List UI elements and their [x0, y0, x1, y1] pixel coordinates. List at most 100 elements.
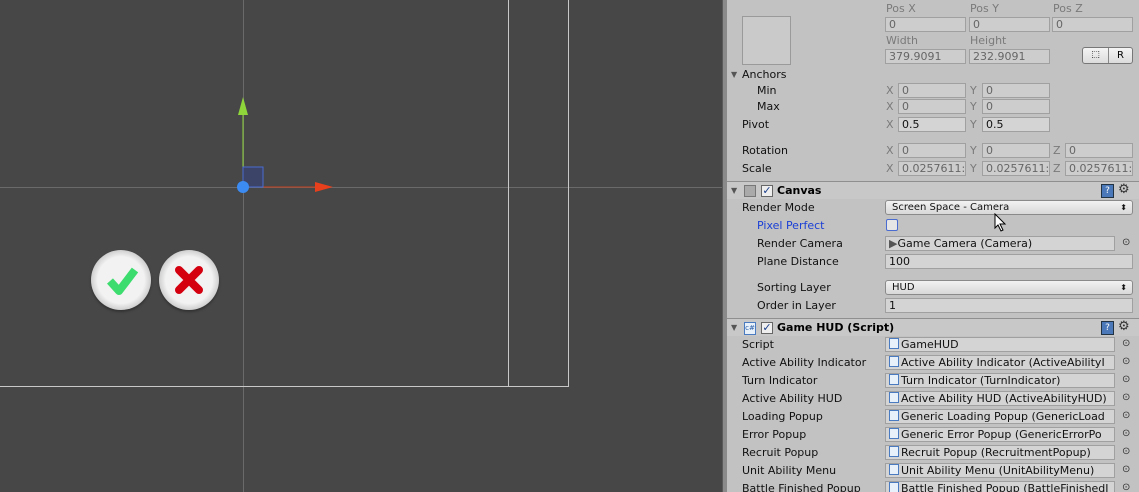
anchors-foldout-icon[interactable]: ▼ — [731, 70, 737, 79]
pivot-icon — [237, 181, 249, 193]
field-label: Unit Ability Menu — [742, 464, 837, 477]
anchor-max-y-field[interactable]: 0 — [982, 99, 1050, 114]
object-picker-icon[interactable]: ⊙ — [1122, 338, 1130, 349]
field-label: Active Ability HUD — [742, 392, 843, 405]
game-hud-enabled-checkbox[interactable]: ✓ — [761, 322, 773, 334]
script-icon — [889, 410, 899, 421]
inspector-panel: Pos X Pos Y Pos Z 0 0 0 Width Height 379… — [727, 0, 1139, 492]
plane-distance-field[interactable]: 100 — [885, 254, 1133, 269]
gear-icon[interactable]: ⚙ — [1118, 182, 1130, 197]
script-icon — [889, 356, 899, 367]
object-picker-icon[interactable]: ⊙ — [1122, 482, 1130, 492]
object-reference-field[interactable]: Recruit Popup (RecruitmentPopup) — [885, 445, 1115, 460]
pos-y-label: Pos Y — [970, 2, 999, 15]
scale-x-field[interactable]: 0.0257611: — [898, 161, 966, 176]
object-reference-field[interactable]: Generic Error Popup (GenericErrorPo — [885, 427, 1115, 442]
object-picker-icon[interactable]: ⊙ — [1122, 356, 1130, 367]
object-reference-value: Recruit Popup (RecruitmentPopup) — [901, 446, 1091, 459]
scale-y-field[interactable]: 0.0257611: — [982, 161, 1050, 176]
pos-x-field[interactable]: 0 — [885, 17, 966, 32]
anchor-preset-button[interactable] — [742, 16, 791, 65]
script-icon: c# — [744, 322, 756, 335]
canvas-enabled-checkbox[interactable]: ✓ — [761, 185, 773, 197]
order-in-layer-field[interactable]: 1 — [885, 298, 1133, 313]
scale-z-field[interactable]: 0.0257611: — [1065, 161, 1133, 176]
sorting-layer-label: Sorting Layer — [757, 281, 831, 294]
object-picker-icon[interactable]: ⊙ — [1122, 428, 1130, 439]
blueprint-raw-toggle: ⬚ R — [1082, 47, 1133, 64]
canvas-component-icon — [744, 185, 756, 197]
axis-y-label: Y — [970, 84, 977, 97]
object-picker-icon[interactable]: ⊙ — [1122, 464, 1130, 475]
anchor-min-x-field[interactable]: 0 — [898, 83, 966, 98]
plane-distance-label: Plane Distance — [757, 255, 839, 268]
object-reference-field[interactable]: Battle Finished Popup (BattleFinishedI — [885, 481, 1115, 492]
scene-view[interactable] — [0, 0, 722, 492]
anchor-min-y-field[interactable]: 0 — [982, 83, 1050, 98]
axis-y-label: Y — [970, 144, 977, 157]
object-picker-icon[interactable]: ⊙ — [1122, 392, 1130, 403]
pos-z-field[interactable]: 0 — [1052, 17, 1133, 32]
blueprint-mode-button[interactable]: ⬚ — [1083, 48, 1109, 63]
help-icon[interactable]: ? — [1101, 184, 1114, 198]
object-reference-value: Active Ability HUD (ActiveAbilityHUD) — [901, 392, 1107, 405]
object-picker-icon[interactable]: ⊙ — [1122, 237, 1130, 248]
pivot-x-field[interactable]: 0.5 — [898, 117, 966, 132]
foldout-icon[interactable]: ▼ — [731, 186, 737, 195]
object-reference-field[interactable]: Active Ability Indicator (ActiveAbilityI — [885, 355, 1115, 370]
anchors-label[interactable]: Anchors — [742, 68, 787, 81]
x-axis-arrow-icon — [315, 182, 333, 192]
gear-icon[interactable]: ⚙ — [1118, 319, 1130, 334]
axis-y-label: Y — [970, 162, 977, 175]
object-reference-field[interactable]: Active Ability HUD (ActiveAbilityHUD) — [885, 391, 1115, 406]
object-reference-value: Generic Error Popup (GenericErrorPo — [901, 428, 1102, 441]
object-reference-value: Unit Ability Menu (UnitAbilityMenu) — [901, 464, 1095, 477]
width-field[interactable]: 379.9091 — [885, 49, 966, 64]
foldout-icon[interactable]: ▼ — [731, 323, 737, 332]
axis-x-label: X — [886, 144, 894, 157]
script-icon — [889, 482, 899, 492]
sorting-layer-dropdown[interactable]: HUD ⬍ — [885, 280, 1133, 295]
canvas-component-header[interactable]: ▼ ✓ Canvas ? ⚙ — [727, 181, 1139, 199]
pos-y-field[interactable]: 0 — [969, 17, 1050, 32]
raw-edit-button[interactable]: R — [1109, 48, 1132, 63]
object-reference-value: Turn Indicator (TurnIndicator) — [901, 374, 1061, 387]
pixel-perfect-checkbox[interactable] — [886, 219, 898, 231]
field-label: Recruit Popup — [742, 446, 819, 459]
render-mode-dropdown[interactable]: Screen Space - Camera ⬍ — [885, 200, 1133, 215]
mouse-cursor-icon — [994, 213, 1007, 232]
pos-z-label: Pos Z — [1053, 2, 1083, 15]
render-camera-field[interactable]: ▶Game Camera (Camera) — [885, 236, 1115, 251]
rotation-x-field[interactable]: 0 — [898, 143, 966, 158]
height-label: Height — [970, 34, 1007, 47]
axis-z-label: Z — [1053, 162, 1061, 175]
object-picker-icon[interactable]: ⊙ — [1122, 374, 1130, 385]
object-reference-field[interactable]: Unit Ability Menu (UnitAbilityMenu) — [885, 463, 1115, 478]
game-hud-component-header[interactable]: ▼ c# ✓ Game HUD (Script) ? ⚙ — [727, 318, 1139, 336]
canvas-title: Canvas — [777, 184, 822, 197]
axis-x-label: X — [886, 162, 894, 175]
scale-label: Scale — [742, 162, 772, 175]
script-icon — [889, 374, 899, 385]
rotation-y-field[interactable]: 0 — [982, 143, 1050, 158]
pivot-y-field[interactable]: 0.5 — [982, 117, 1050, 132]
confirm-button[interactable] — [91, 250, 151, 310]
script-icon — [889, 338, 899, 349]
rotation-z-field[interactable]: 0 — [1065, 143, 1133, 158]
object-reference-field[interactable]: Turn Indicator (TurnIndicator) — [885, 373, 1115, 388]
object-reference-field[interactable]: Generic Loading Popup (GenericLoad — [885, 409, 1115, 424]
render-camera-value: Game Camera (Camera) — [897, 237, 1033, 250]
width-label: Width — [886, 34, 918, 47]
axis-y-label: Y — [970, 100, 977, 113]
cancel-button[interactable] — [159, 250, 219, 310]
sorting-layer-value: HUD — [892, 282, 915, 293]
move-gizmo[interactable] — [0, 0, 722, 492]
object-picker-icon[interactable]: ⊙ — [1122, 446, 1130, 457]
height-field[interactable]: 232.9091 — [969, 49, 1050, 64]
anchor-max-x-field[interactable]: 0 — [898, 99, 966, 114]
object-picker-icon[interactable]: ⊙ — [1122, 410, 1130, 421]
help-icon[interactable]: ? — [1101, 321, 1114, 335]
pivot-label: Pivot — [742, 118, 770, 131]
render-mode-value: Screen Space - Camera — [892, 202, 1010, 213]
object-reference-field[interactable]: GameHUD — [885, 337, 1115, 352]
